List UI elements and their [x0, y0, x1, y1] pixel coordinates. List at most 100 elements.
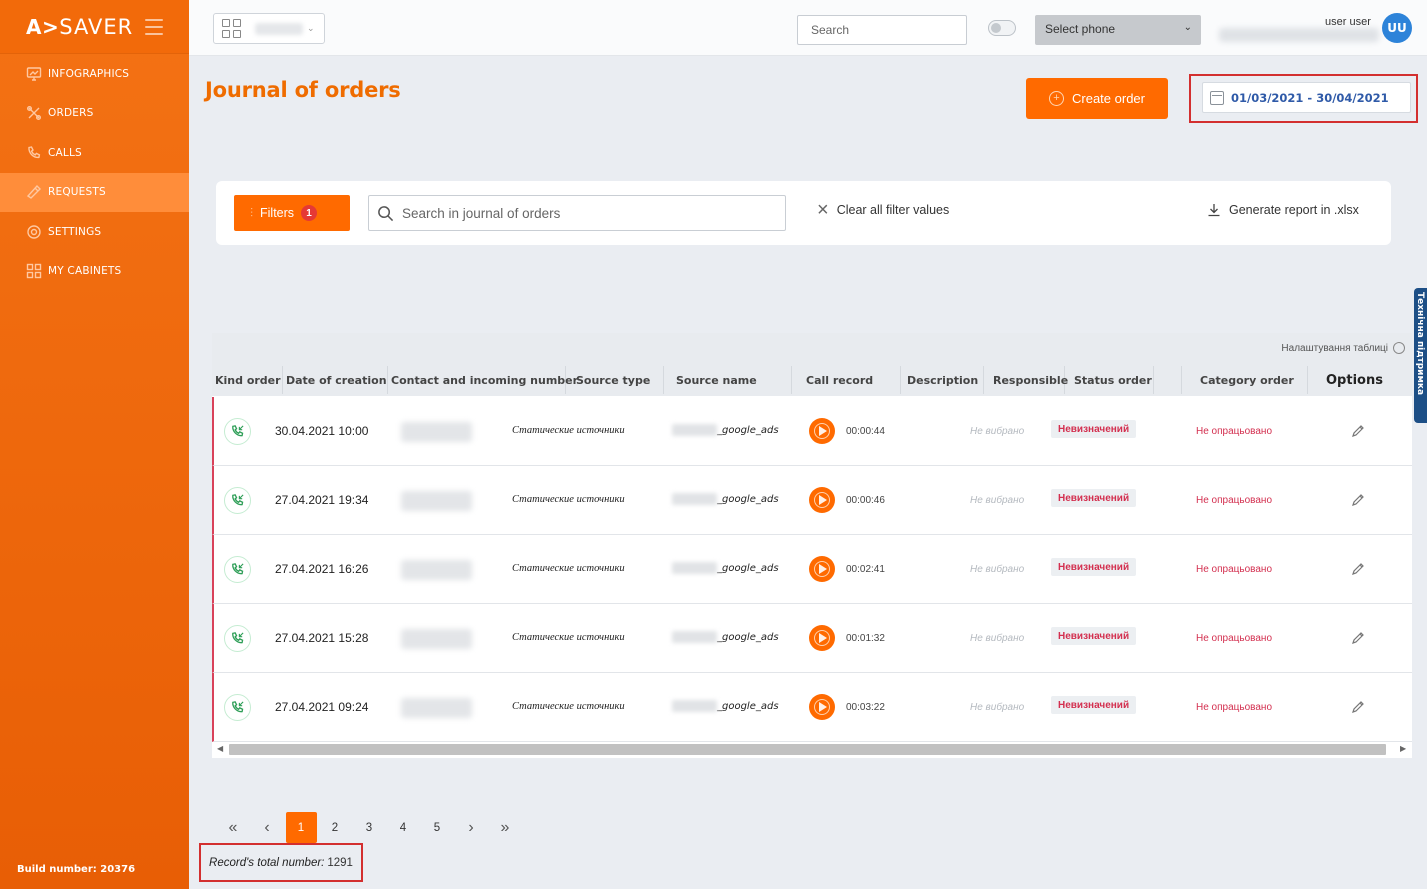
- column-header[interactable]: Description: [901, 366, 984, 394]
- filters-count-badge: 1: [301, 205, 318, 221]
- column-header[interactable]: Call record: [792, 366, 901, 394]
- table-row[interactable]: 27.04.2021 09:24 Статические источники _…: [212, 673, 1412, 742]
- play-button[interactable]: [809, 694, 835, 720]
- generate-report-button[interactable]: Generate report in .xlsx: [1207, 203, 1359, 217]
- source-name-cell: _google_ads: [672, 493, 779, 505]
- column-header[interactable]: Source name: [664, 366, 792, 394]
- app-switcher[interactable]: ⌄: [213, 13, 325, 44]
- play-button[interactable]: [809, 556, 835, 582]
- play-button[interactable]: [809, 418, 835, 444]
- search-input[interactable]: Search: [797, 15, 967, 45]
- category-cell[interactable]: Не опрацьовано: [1196, 564, 1272, 575]
- category-cell[interactable]: Не опрацьовано: [1196, 495, 1272, 506]
- table-header: Налаштування таблиці Kind order Date of …: [212, 333, 1412, 396]
- column-header[interactable]: Contact and incoming number: [388, 366, 578, 394]
- sidebar-item-requests[interactable]: REQUESTS: [0, 172, 189, 212]
- responsible-cell[interactable]: Не вибрано: [970, 564, 1024, 575]
- menu-toggle-icon[interactable]: [145, 19, 163, 35]
- edit-icon[interactable]: [1351, 492, 1365, 506]
- page-button[interactable]: 1: [285, 812, 317, 843]
- first-page-icon[interactable]: «: [216, 812, 250, 843]
- column-header[interactable]: Date of creation: [283, 366, 388, 394]
- column-header[interactable]: Status order: [1065, 366, 1154, 394]
- blurred-contact: [401, 629, 472, 649]
- page-button[interactable]: 2: [318, 812, 352, 843]
- column-header: Options: [1326, 372, 1383, 388]
- chevron-down-icon: ⌄: [307, 23, 315, 34]
- date-range-picker[interactable]: 01/03/2021 - 30/04/2021: [1202, 82, 1411, 113]
- call-duration: 00:00:46: [846, 495, 885, 506]
- avatar[interactable]: UU: [1382, 13, 1412, 43]
- table-row[interactable]: 30.04.2021 10:00 Статические источники _…: [212, 397, 1412, 466]
- create-order-button[interactable]: + Create order: [1026, 78, 1168, 119]
- sidebar-item-label: REQUESTS: [48, 186, 106, 199]
- incoming-call-icon: [224, 556, 251, 583]
- sidebar-item-calls[interactable]: CALLS: [0, 133, 189, 173]
- responsible-cell[interactable]: Не вибрано: [970, 495, 1024, 506]
- column-header[interactable]: Source type: [566, 366, 664, 394]
- support-side-tab[interactable]: Технічна підтримка: [1414, 288, 1427, 423]
- sidebar-item-orders[interactable]: ORDERS: [0, 94, 189, 134]
- sidebar-item-my-cabinets[interactable]: MY CABINETS: [0, 252, 189, 292]
- category-cell[interactable]: Не опрацьовано: [1196, 702, 1272, 713]
- call-duration: 00:01:32: [846, 633, 885, 644]
- horizontal-scrollbar[interactable]: ◀ ▶: [212, 742, 1412, 758]
- sidebar-item-settings[interactable]: SETTINGS: [0, 212, 189, 252]
- page-button[interactable]: 4: [386, 812, 420, 843]
- status-badge[interactable]: Невизначений: [1051, 627, 1137, 645]
- next-page-icon[interactable]: ›: [454, 812, 488, 843]
- status-badge[interactable]: Невизначений: [1051, 420, 1137, 438]
- chevron-down-icon: ⌄: [1183, 22, 1192, 33]
- table-row[interactable]: 27.04.2021 15:28 Статические источники _…: [212, 604, 1412, 673]
- edit-icon[interactable]: [1351, 699, 1365, 713]
- source-name-value: _google_ads: [717, 562, 779, 574]
- sidebar-item-infographics[interactable]: INFOGRAPHICS: [0, 54, 189, 94]
- select-phone-dropdown[interactable]: Select phone ⌄: [1035, 15, 1201, 45]
- sidebar-item-label: CALLS: [48, 146, 82, 159]
- status-badge[interactable]: Невизначений: [1051, 558, 1137, 576]
- responsible-cell[interactable]: Не вибрано: [970, 633, 1024, 644]
- column-header[interactable]: Responsible: [984, 366, 1068, 394]
- scroll-right-icon[interactable]: ▶: [1400, 744, 1406, 753]
- edit-icon[interactable]: [1351, 561, 1365, 575]
- responsible-cell[interactable]: Не вибрано: [970, 426, 1024, 437]
- edit-icon[interactable]: [1351, 630, 1365, 644]
- source-name-cell: _google_ads: [672, 700, 779, 712]
- category-cell[interactable]: Не опрацьовано: [1196, 426, 1272, 437]
- scrollbar-thumb[interactable]: [229, 744, 1386, 755]
- last-page-icon[interactable]: »: [488, 812, 522, 843]
- brand[interactable]: A> SAVER: [0, 0, 189, 54]
- sliders-icon: ⫶: [250, 205, 254, 220]
- toggle-switch[interactable]: [988, 20, 1016, 36]
- user-name[interactable]: user user: [1325, 16, 1371, 28]
- sidebar: A> SAVER INFOGRAPHICS ORDERS CALLS REQUE…: [0, 0, 189, 889]
- table-row[interactable]: 27.04.2021 16:26 Статические источники _…: [212, 535, 1412, 604]
- sidebar-item-label: MY CABINETS: [48, 265, 122, 278]
- play-button[interactable]: [809, 625, 835, 651]
- journal-search-field[interactable]: [368, 195, 786, 231]
- column-header[interactable]: Category order: [1182, 366, 1308, 394]
- source-name-value: _google_ads: [717, 493, 779, 505]
- responsible-cell[interactable]: Не вибрано: [970, 702, 1024, 713]
- scroll-left-icon[interactable]: ◀: [217, 744, 223, 753]
- infographics-icon: [25, 65, 42, 82]
- source-type-cell: Статические источники: [512, 425, 625, 436]
- column-header[interactable]: Kind order: [212, 366, 283, 394]
- source-type-cell: Статические источники: [512, 701, 625, 712]
- records-total-label: Record's total number:: [209, 856, 325, 869]
- filters-button[interactable]: ⫶ Filters 1: [234, 195, 350, 231]
- table-settings-button[interactable]: Налаштування таблиці: [1281, 342, 1405, 354]
- journal-search-input[interactable]: [402, 205, 762, 221]
- prev-page-icon[interactable]: ‹: [250, 812, 284, 843]
- edit-icon[interactable]: [1351, 423, 1365, 437]
- page-button[interactable]: 5: [420, 812, 454, 843]
- page-button[interactable]: 3: [352, 812, 386, 843]
- brand-logo: A>: [26, 14, 60, 39]
- category-cell[interactable]: Не опрацьовано: [1196, 633, 1272, 644]
- table-row[interactable]: 27.04.2021 19:34 Статические источники _…: [212, 466, 1412, 535]
- column-header: [1154, 366, 1182, 394]
- clear-filters-button[interactable]: × Clear all filter values: [817, 200, 949, 220]
- status-badge[interactable]: Невизначений: [1051, 696, 1137, 714]
- play-button[interactable]: [809, 487, 835, 513]
- status-badge[interactable]: Невизначений: [1051, 489, 1137, 507]
